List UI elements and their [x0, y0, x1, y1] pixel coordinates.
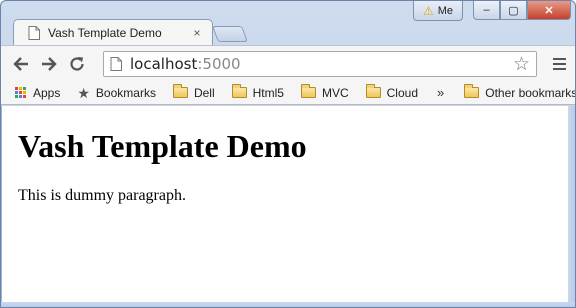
browser-window: Vash Template Demo × ⚠ Me – ▢ ✕ localhos…: [0, 0, 576, 308]
bookmarks-bar: Apps ★ Bookmarks Dell Html5 MVC Cloud » …: [1, 81, 576, 105]
page-icon: [110, 57, 122, 71]
more-bookmarks-chevron[interactable]: »: [437, 85, 444, 100]
bookmark-bookmarks[interactable]: ★ Bookmarks: [77, 86, 156, 100]
bookmark-folder-html5[interactable]: Html5: [231, 84, 284, 100]
chrome-menu-button[interactable]: [547, 52, 571, 76]
url-port: :5000: [197, 55, 241, 73]
url-host: localhost: [130, 55, 198, 73]
menu-line: [552, 63, 566, 65]
folder-icon: [172, 84, 188, 98]
new-tab-button[interactable]: [212, 26, 248, 42]
back-button[interactable]: [7, 50, 35, 78]
bookmark-label: Html5: [252, 85, 284, 100]
title-bar: Vash Template Demo × ⚠ Me – ▢ ✕: [1, 1, 575, 45]
close-window-button[interactable]: ✕: [527, 1, 571, 20]
window-controls: – ▢ ✕: [473, 1, 571, 20]
browser-toolbar: localhost:5000 ☆: [1, 45, 575, 81]
bookmark-label: Bookmarks: [95, 85, 156, 100]
minimize-button[interactable]: –: [473, 1, 500, 20]
tab-active[interactable]: Vash Template Demo ×: [13, 19, 213, 45]
bookmark-other[interactable]: Other bookmarks: [464, 84, 576, 100]
profile-button[interactable]: ⚠ Me: [413, 1, 463, 21]
bookmark-label: Other bookmarks: [485, 85, 576, 100]
back-arrow-icon: [13, 56, 28, 71]
folder-icon: [231, 84, 247, 98]
bookmark-apps[interactable]: Apps: [15, 86, 60, 100]
address-bar[interactable]: localhost:5000 ☆: [103, 51, 537, 77]
reload-icon: [70, 56, 84, 71]
bookmark-folder-dell[interactable]: Dell: [172, 84, 215, 100]
tab-title: Vash Template Demo: [48, 25, 162, 40]
page-content: Vash Template Demo This is dummy paragra…: [2, 106, 568, 302]
apps-grid-icon: [15, 86, 27, 99]
tab-close-icon[interactable]: ×: [190, 26, 204, 40]
window-frame-bottom: [1, 302, 575, 307]
bookmark-folder-mvc[interactable]: MVC: [300, 84, 349, 100]
star-icon: ★: [77, 84, 90, 101]
bookmark-label: Dell: [193, 85, 215, 100]
bookmark-label: Cloud: [386, 85, 418, 100]
forward-arrow-icon: [42, 56, 57, 71]
maximize-button[interactable]: ▢: [500, 1, 527, 20]
page-paragraph: This is dummy paragraph.: [18, 187, 186, 204]
page-icon: [28, 25, 40, 40]
folder-icon: [300, 84, 316, 98]
warning-icon: ⚠: [422, 3, 434, 18]
folder-icon: [464, 84, 480, 98]
window-frame-right: [568, 106, 575, 307]
bookmark-label: Apps: [33, 85, 61, 100]
menu-line: [552, 68, 566, 70]
profile-label: Me: [437, 4, 454, 17]
bookmark-label: MVC: [321, 85, 349, 100]
url-text[interactable]: localhost:5000: [130, 55, 505, 73]
reload-button[interactable]: [63, 50, 91, 78]
bookmark-star-icon[interactable]: ☆: [513, 55, 530, 74]
bookmark-folder-cloud[interactable]: Cloud: [365, 84, 418, 100]
forward-button[interactable]: [35, 50, 63, 78]
menu-line: [552, 58, 566, 60]
folder-icon: [365, 84, 381, 98]
page-heading: Vash Template Demo: [18, 128, 307, 164]
